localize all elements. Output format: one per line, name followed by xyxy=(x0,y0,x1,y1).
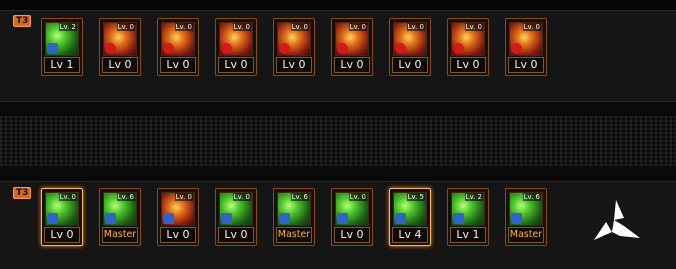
skill-slot[interactable]: Lv. 0 Lv 0 xyxy=(331,188,373,246)
skill-icon-level: Lv. 6 xyxy=(116,193,135,201)
skill-slot[interactable]: Lv. 6 Master xyxy=(99,188,141,246)
skill-icon[interactable]: Lv. 0 xyxy=(393,22,427,56)
skill-level-label: Lv 0 xyxy=(334,57,370,73)
warning-badge-icon xyxy=(511,43,522,54)
skill-icon-level: Lv. 0 xyxy=(232,23,251,31)
skill-icon[interactable]: Lv. 6 xyxy=(509,192,543,226)
skill-level-label: Lv 0 xyxy=(218,227,254,243)
skill-level-label: Lv 4 xyxy=(392,227,428,243)
skill-icon[interactable]: Lv. 0 xyxy=(161,192,195,226)
skill-icon[interactable]: Lv. 0 xyxy=(277,22,311,56)
noise-band xyxy=(0,102,676,180)
ex-badge-icon xyxy=(453,213,464,224)
ex-badge-icon xyxy=(337,213,348,224)
skill-level-label: Master xyxy=(102,227,138,243)
skill-level-label: Master xyxy=(276,227,312,243)
skill-slot[interactable]: Lv. 0 Lv 0 xyxy=(505,18,547,76)
skill-level-label: Lv 0 xyxy=(102,57,138,73)
skill-icon-level: Lv. 6 xyxy=(290,193,309,201)
skill-slot[interactable]: Lv. 2 Lv 1 xyxy=(447,188,489,246)
skill-slot[interactable]: Lv. 0 Lv 0 xyxy=(447,18,489,76)
skill-level-label: Lv 0 xyxy=(160,57,196,73)
skill-level-label: Lv 0 xyxy=(160,227,196,243)
ex-badge-icon xyxy=(221,213,232,224)
skill-icon[interactable]: Lv. 2 xyxy=(451,192,485,226)
skill-slot[interactable]: Lv. 6 Master xyxy=(505,188,547,246)
top-bar xyxy=(0,0,676,11)
ex-badge-icon xyxy=(163,213,174,224)
skill-slot[interactable]: Lv. 0 Lv 0 xyxy=(389,18,431,76)
skill-icon[interactable]: Lv. 6 xyxy=(277,192,311,226)
ex-badge-icon xyxy=(279,213,290,224)
skill-icon-level: Lv. 2 xyxy=(464,193,483,201)
skill-icon-level: Lv. 0 xyxy=(464,23,483,31)
skill-slot[interactable]: Lv. 0 Lv 0 xyxy=(273,18,315,76)
skill-icon-level: Lv. 0 xyxy=(406,23,425,31)
skill-icon-level: Lv. 0 xyxy=(290,23,309,31)
ex-badge-icon xyxy=(395,213,406,224)
warning-badge-icon xyxy=(453,43,464,54)
skill-icon-level: Lv. 2 xyxy=(58,23,77,31)
skill-level-label: Lv 1 xyxy=(44,57,80,73)
skill-icon[interactable]: Lv. 0 xyxy=(335,192,369,226)
skill-level-label: Lv 0 xyxy=(392,57,428,73)
skill-icon[interactable]: Lv. 0 xyxy=(103,22,137,56)
warning-badge-icon xyxy=(395,43,406,54)
warning-badge-icon xyxy=(279,43,290,54)
skill-slot[interactable]: Lv. 0 Lv 0 xyxy=(215,18,257,76)
skill-level-label: Lv 0 xyxy=(508,57,544,73)
skill-icon[interactable]: Lv. 2 xyxy=(45,22,79,56)
skill-slot[interactable]: Lv. 0 Lv 0 xyxy=(215,188,257,246)
skill-icon-level: Lv. 0 xyxy=(174,23,193,31)
ex-badge-icon xyxy=(105,213,116,224)
skill-icon[interactable]: Lv. 0 xyxy=(161,22,195,56)
skill-icon-level: Lv. 0 xyxy=(348,193,367,201)
ex-badge-icon xyxy=(511,213,522,224)
skill-icon[interactable]: Lv. 0 xyxy=(335,22,369,56)
skill-icon-level: Lv. 0 xyxy=(232,193,251,201)
skill-slot[interactable]: Lv. 0 Lv 0 xyxy=(99,18,141,76)
skill-slot[interactable]: Lv. 0 Lv 0 xyxy=(157,18,199,76)
skill-icon[interactable]: Lv. 0 xyxy=(219,192,253,226)
warning-badge-icon xyxy=(163,43,174,54)
skill-level-label: Lv 0 xyxy=(44,227,80,243)
skill-icon-level: Lv. 0 xyxy=(348,23,367,31)
warning-badge-icon xyxy=(337,43,348,54)
warning-badge-icon xyxy=(105,43,116,54)
skill-icon[interactable]: Lv. 0 xyxy=(219,22,253,56)
tier-label: T3 xyxy=(13,15,32,27)
skill-icon[interactable]: Lv. 0 xyxy=(509,22,543,56)
tri-blade-logo-icon xyxy=(594,200,640,240)
skill-level-label: Lv 0 xyxy=(218,57,254,73)
skill-level-label: Master xyxy=(508,227,544,243)
skill-slot[interactable]: Lv. 0 Lv 0 xyxy=(157,188,199,246)
skill-slot[interactable]: Lv. 5 Lv 4 xyxy=(389,188,431,246)
ex-badge-icon xyxy=(47,43,58,54)
skill-icon-level: Lv. 0 xyxy=(522,23,541,31)
decorative-noise xyxy=(0,116,676,166)
warning-badge-icon xyxy=(221,43,232,54)
skill-level-label: Lv 0 xyxy=(334,227,370,243)
skill-icon-level: Lv. 5 xyxy=(406,193,425,201)
skill-icon-level: Lv. 0 xyxy=(116,23,135,31)
skill-icon[interactable]: Lv. 5 xyxy=(393,192,427,226)
tier-label: T3 xyxy=(13,187,32,199)
skill-level-label: Lv 0 xyxy=(450,57,486,73)
skill-icon[interactable]: Lv. 0 xyxy=(45,192,79,226)
skill-icon-level: Lv. 0 xyxy=(174,193,193,201)
skill-icon[interactable]: Lv. 6 xyxy=(103,192,137,226)
skill-level-label: Lv 0 xyxy=(276,57,312,73)
skill-slot[interactable]: Lv. 2 Lv 1 xyxy=(41,18,83,76)
skill-level-label: Lv 1 xyxy=(450,227,486,243)
skill-icon-level: Lv. 6 xyxy=(522,193,541,201)
skill-slot[interactable]: Lv. 0 Lv 0 xyxy=(331,18,373,76)
skill-slot[interactable]: Lv. 6 Master xyxy=(273,188,315,246)
skill-icon[interactable]: Lv. 0 xyxy=(451,22,485,56)
skill-icon-level: Lv. 0 xyxy=(58,193,77,201)
ex-badge-icon xyxy=(47,213,58,224)
skill-slot[interactable]: Lv. 0 Lv 0 xyxy=(41,188,83,246)
